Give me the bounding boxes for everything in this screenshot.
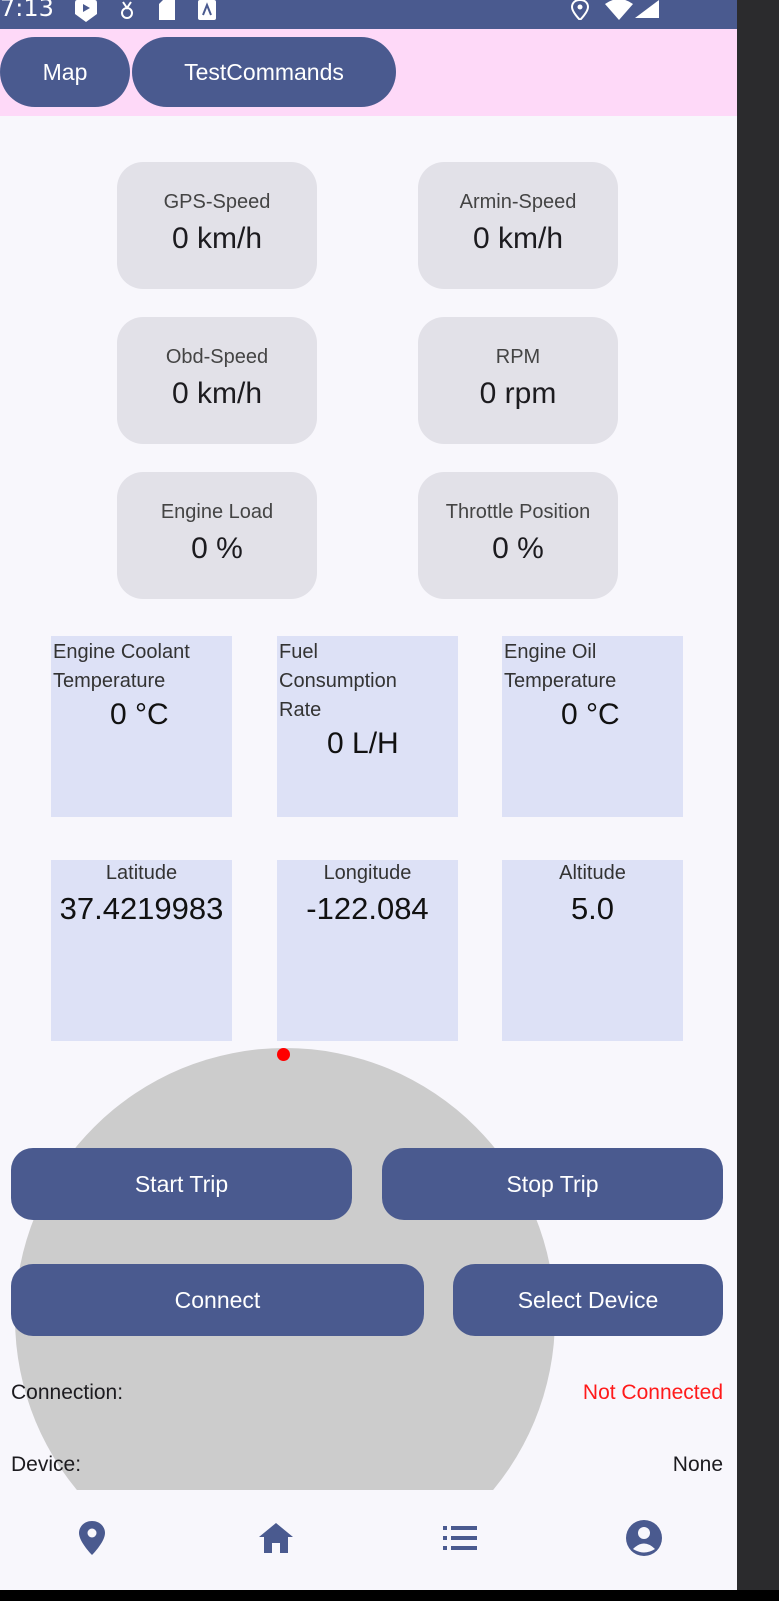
select-device-button[interactable]: Select Device: [453, 1264, 723, 1336]
longitude-panel: Longitude -122.084: [277, 860, 458, 1041]
engine-coolant-panel: Engine Coolant Temperature 0 °C: [51, 636, 232, 817]
engine-coolant-value: 0 °C: [110, 698, 169, 731]
engine-coolant-label: Engine Coolant Temperature: [53, 641, 190, 692]
longitude-value: -122.084: [306, 891, 429, 926]
engine-load-value: 0 %: [191, 532, 243, 565]
app-screen: 7:13 Map TestCommands GPS-Speed 0 km/h A…: [0, 0, 737, 1590]
wifi-icon: [605, 0, 633, 25]
test-commands-button[interactable]: TestCommands: [132, 37, 396, 107]
gps-speed-label: GPS-Speed: [163, 191, 271, 213]
fuel-consumption-value: 0 L/H: [327, 727, 399, 760]
connect-label: Connect: [174, 1286, 261, 1313]
emulator-frame-bottom: [0, 1590, 779, 1601]
stop-trip-button[interactable]: Stop Trip: [382, 1148, 723, 1220]
gps-speed-card: GPS-Speed 0 km/h: [117, 162, 317, 289]
engine-load-card: Engine Load 0 %: [117, 472, 317, 599]
account-icon: [626, 1519, 662, 1561]
nav-list[interactable]: [368, 1490, 552, 1590]
nav-map[interactable]: [0, 1490, 184, 1590]
emulator-frame-edge: [737, 0, 779, 1601]
connection-label: Connection:: [11, 1381, 124, 1404]
throttle-position-label: Throttle Position: [445, 501, 591, 523]
stop-trip-label: Stop Trip: [506, 1170, 599, 1197]
obd-speed-card: Obd-Speed 0 km/h: [117, 317, 317, 444]
select-device-label: Select Device: [517, 1286, 659, 1313]
connect-button[interactable]: Connect: [11, 1264, 424, 1336]
armin-speed-label: Armin-Speed: [459, 191, 577, 213]
list-icon: [443, 1525, 477, 1555]
location-pin-icon: [79, 1520, 105, 1560]
latitude-panel: Latitude 37.4219983: [51, 860, 232, 1041]
connection-status-value: Not Connected: [582, 1381, 723, 1404]
start-trip-label: Start Trip: [134, 1170, 229, 1197]
engine-oil-value: 0 °C: [561, 698, 620, 731]
position-indicator-dot: [277, 1048, 290, 1061]
device-label: Device:: [11, 1453, 82, 1476]
sd-card-icon: [157, 0, 177, 25]
start-trip-button[interactable]: Start Trip: [11, 1148, 352, 1220]
rpm-card: RPM 0 rpm: [418, 317, 618, 444]
rpm-value: 0 rpm: [479, 377, 557, 410]
play-store-icon: [74, 0, 98, 27]
obd-speed-label: Obd-Speed: [165, 346, 269, 368]
altitude-panel: Altitude 5.0: [502, 860, 683, 1041]
armin-speed-value: 0 km/h: [472, 222, 564, 255]
nav-account[interactable]: [552, 1490, 736, 1590]
signal-icon: [635, 0, 659, 25]
bottom-navigation: [0, 1490, 737, 1590]
map-button-label: Map: [42, 58, 88, 85]
test-commands-button-label: TestCommands: [184, 58, 344, 85]
fuel-consumption-panel: Fuel Consumption Rate 0 L/H: [277, 636, 458, 817]
obd-speed-value: 0 km/h: [171, 377, 263, 410]
app-notification-icon: [197, 0, 217, 25]
latitude-value: 37.4219983: [59, 891, 224, 926]
altitude-value: 5.0: [570, 891, 615, 926]
altitude-label: Altitude: [559, 862, 626, 884]
armin-speed-card: Armin-Speed 0 km/h: [418, 162, 618, 289]
device-value: None: [672, 1453, 723, 1476]
longitude-label: Longitude: [323, 862, 412, 884]
status-time: 7:13: [0, 0, 54, 22]
engine-load-label: Engine Load: [160, 501, 274, 523]
latitude-label: Latitude: [105, 862, 178, 884]
engine-oil-label: Engine Oil Temperature: [504, 641, 617, 692]
throttle-position-value: 0 %: [492, 532, 544, 565]
location-status-icon: [570, 0, 590, 25]
top-tab-bar: Map TestCommands: [0, 29, 737, 116]
notification-icon: [117, 0, 137, 25]
rpm-label: RPM: [495, 346, 541, 368]
map-button[interactable]: Map: [0, 37, 130, 107]
nav-home[interactable]: [184, 1490, 368, 1590]
status-bar: 7:13: [0, 0, 737, 29]
throttle-position-card: Throttle Position 0 %: [418, 472, 618, 599]
home-icon: [259, 1522, 293, 1558]
gps-speed-value: 0 km/h: [171, 222, 263, 255]
fuel-consumption-label: Fuel Consumption Rate: [279, 641, 397, 721]
engine-oil-panel: Engine Oil Temperature 0 °C: [502, 636, 683, 817]
